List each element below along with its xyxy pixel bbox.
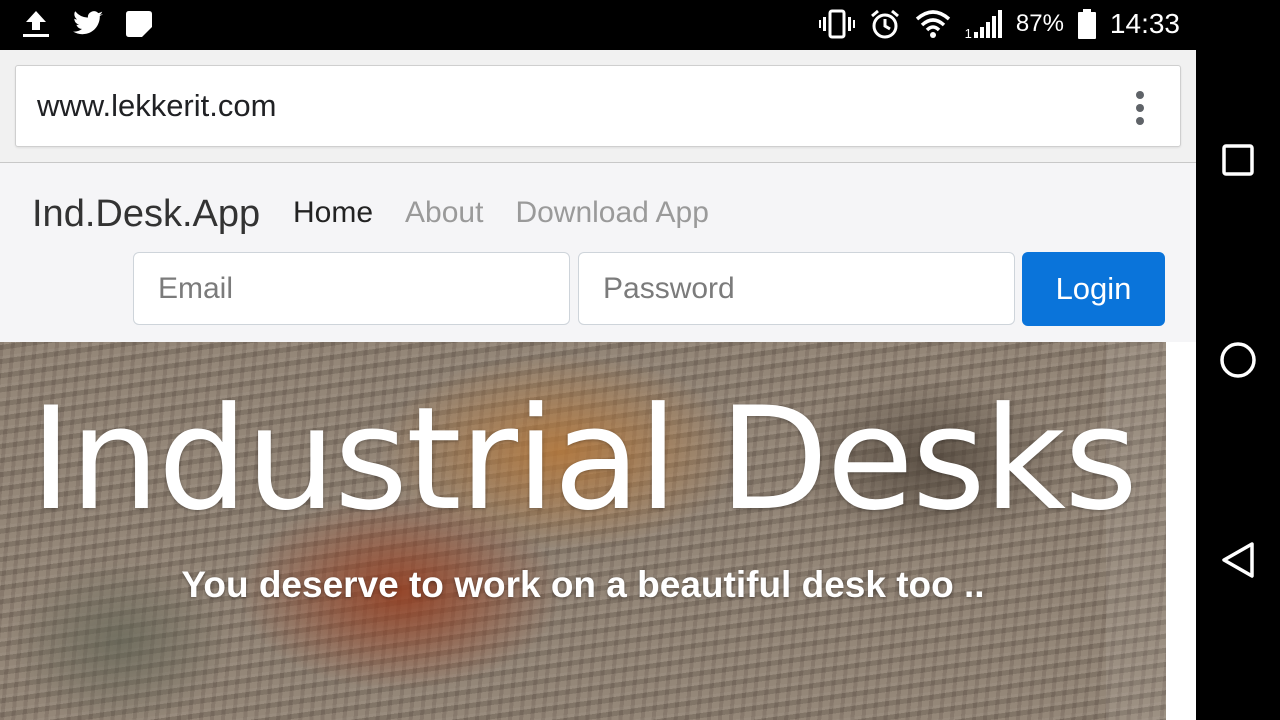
browser-toolbar: www.lekkerit.com [0, 50, 1196, 163]
signal-icon: 1 [964, 10, 1002, 41]
status-icons-right: 1 87% 14:33 [818, 8, 1180, 41]
email-input[interactable] [133, 252, 570, 325]
more-vert-icon[interactable] [1130, 88, 1150, 128]
nav-links: Home About Download App [293, 196, 709, 230]
nav-link-home[interactable]: Home [293, 196, 373, 230]
status-bar: 1 87% 14:33 [0, 0, 1196, 50]
home-icon[interactable] [1218, 340, 1258, 380]
nav-link-download-app[interactable]: Download App [515, 196, 708, 230]
login-button[interactable]: Login [1022, 252, 1165, 326]
recent-apps-icon[interactable] [1218, 140, 1258, 180]
password-input[interactable] [578, 252, 1015, 325]
nav-link-about[interactable]: About [405, 196, 483, 230]
back-icon[interactable] [1218, 540, 1258, 580]
alarm-icon [869, 8, 901, 40]
hero-subtitle: You deserve to work on a beautiful desk … [181, 564, 985, 605]
notification-icon [124, 9, 154, 39]
web-page: Ind.Desk.App Home About Download App Log… [0, 163, 1196, 720]
twitter-icon [72, 10, 104, 38]
hero-title: Industrial Desks [29, 377, 1138, 542]
status-icons-left [20, 8, 154, 40]
site-brand[interactable]: Ind.Desk.App [32, 193, 260, 236]
system-nav-bar [1196, 0, 1280, 720]
upload-icon [20, 8, 52, 40]
site-navbar: Ind.Desk.App Home About Download App Log… [0, 163, 1196, 342]
hero-banner: Industrial Desks You deserve to work on … [0, 342, 1166, 720]
signal-sim-label: 1 [964, 26, 972, 41]
address-bar[interactable]: www.lekkerit.com [15, 65, 1181, 147]
vibrate-icon [818, 9, 855, 39]
page-gutter [1166, 342, 1196, 720]
battery-percent: 87% [1015, 10, 1064, 37]
battery-icon [1077, 9, 1096, 39]
url-text[interactable]: www.lekkerit.com [37, 88, 276, 124]
wifi-icon [915, 9, 951, 39]
status-time: 14:33 [1109, 8, 1180, 39]
